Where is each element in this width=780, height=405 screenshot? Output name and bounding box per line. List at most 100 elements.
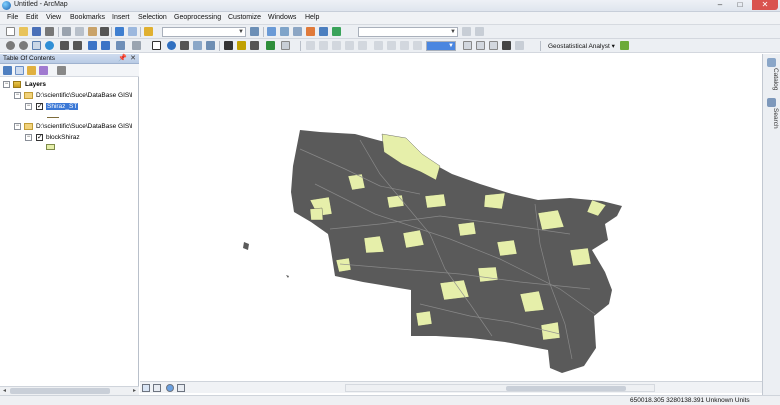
menu-windows[interactable]: Windows	[268, 14, 296, 21]
hyperlink-icon[interactable]	[250, 41, 259, 50]
time-slider-icon[interactable]	[237, 41, 246, 50]
data-view-icon[interactable]	[142, 384, 150, 392]
copy-icon[interactable]	[75, 27, 84, 36]
menu-customize[interactable]: Customize	[228, 14, 261, 21]
identify-icon[interactable]	[167, 41, 176, 50]
scroll-right-icon[interactable]: ▸	[130, 387, 139, 395]
layout-toggle-icon[interactable]	[281, 41, 290, 50]
menu-insert[interactable]: Insert	[112, 14, 130, 21]
draw-tool-icon[interactable]	[319, 41, 328, 50]
map-canvas[interactable]	[140, 54, 762, 381]
layer-label-shiraz-st[interactable]: Shiraz_ST	[46, 103, 79, 110]
search-tab-icon[interactable]	[767, 98, 776, 107]
menu-geoprocessing[interactable]: Geoprocessing	[174, 14, 221, 21]
layout-tool-icon[interactable]	[476, 41, 485, 50]
full-extent-icon[interactable]	[45, 41, 54, 50]
scroll-thumb[interactable]	[10, 388, 110, 394]
layout-tool-icon[interactable]	[463, 41, 472, 50]
catalog-window-icon[interactable]	[280, 27, 289, 36]
options-icon[interactable]	[57, 66, 66, 75]
zoom-in-icon[interactable]	[6, 41, 15, 50]
draw-tool-icon[interactable]	[306, 41, 315, 50]
color-combo[interactable]: ▼	[426, 41, 456, 51]
line-symbol-swatch[interactable]	[47, 117, 59, 118]
menu-view[interactable]: View	[46, 14, 61, 21]
pan-icon[interactable]	[32, 41, 41, 50]
layer-row-shiraz-st[interactable]: − ✓ Shiraz_ST	[0, 102, 139, 112]
arctoolbox-icon[interactable]	[306, 27, 315, 36]
table-of-contents-window-icon[interactable]	[267, 27, 276, 36]
pause-drawing-icon[interactable]	[177, 384, 185, 392]
layer-row-blockshiraz[interactable]: − ✓ blockShiraz	[0, 133, 139, 143]
draw-tool-icon[interactable]	[358, 41, 367, 50]
collapse-icon[interactable]: −	[14, 123, 21, 130]
menu-file[interactable]: File	[7, 14, 18, 21]
map-display[interactable]	[140, 54, 762, 381]
menu-edit[interactable]: Edit	[26, 14, 38, 21]
menu-selection[interactable]: Selection	[138, 14, 167, 21]
zoom-out-icon[interactable]	[19, 41, 28, 50]
clear-selection-icon[interactable]	[132, 41, 141, 50]
layer-combo[interactable]: ▼	[358, 27, 458, 37]
georeferencing-icon[interactable]	[462, 27, 471, 36]
delete-icon[interactable]	[100, 27, 109, 36]
layer-label-blockshiraz[interactable]: blockShiraz	[46, 134, 80, 141]
redo-icon[interactable]	[128, 27, 137, 36]
save-icon[interactable]	[32, 27, 41, 36]
draw-tool-icon[interactable]	[387, 41, 396, 50]
model-builder-icon[interactable]	[332, 27, 341, 36]
source-folder-row[interactable]: − D:\scientific\Suce\DataBase GIS\l	[0, 91, 139, 101]
draw-tool-icon[interactable]	[332, 41, 341, 50]
geostatistical-wizard-icon[interactable]	[620, 41, 629, 50]
refresh-icon[interactable]	[166, 384, 174, 392]
list-by-selection-icon[interactable]	[39, 66, 48, 75]
polygon-symbol-swatch[interactable]	[46, 144, 55, 150]
map-scale-combo[interactable]: ▼	[162, 27, 246, 37]
open-icon[interactable]	[19, 27, 28, 36]
minimize-button[interactable]: –	[710, 0, 730, 10]
create-viewer-icon[interactable]	[266, 41, 275, 50]
scroll-left-icon[interactable]: ◂	[0, 387, 9, 395]
draw-tool-icon[interactable]	[374, 41, 383, 50]
layout-tool-icon[interactable]	[502, 41, 511, 50]
fixed-zoom-out-icon[interactable]	[73, 41, 82, 50]
menu-bookmarks[interactable]: Bookmarks	[70, 14, 105, 21]
list-by-drawing-order-icon[interactable]	[3, 66, 12, 75]
pin-icon[interactable]: 📌	[118, 54, 127, 62]
print-icon[interactable]	[45, 27, 54, 36]
draw-tool-icon[interactable]	[400, 41, 409, 50]
geostatistical-analyst-menu[interactable]: Geostatistical Analyst ▾	[548, 42, 615, 50]
list-by-visibility-icon[interactable]	[27, 66, 36, 75]
draw-tool-icon[interactable]	[345, 41, 354, 50]
menu-help[interactable]: Help	[305, 14, 319, 21]
layout-tool-icon[interactable]	[515, 41, 524, 50]
collapse-icon[interactable]: −	[3, 81, 10, 88]
editor-toolbar-icon[interactable]	[250, 27, 259, 36]
back-extent-icon[interactable]	[88, 41, 97, 50]
layer-visibility-checkbox[interactable]: ✓	[36, 134, 43, 141]
measure-icon[interactable]	[206, 41, 215, 50]
cut-icon[interactable]	[62, 27, 71, 36]
close-button[interactable]: ✕	[752, 0, 778, 10]
catalog-tab[interactable]: Catalog	[767, 68, 779, 90]
map-horizontal-scrollbar[interactable]	[345, 384, 655, 392]
collapse-icon[interactable]: −	[14, 92, 21, 99]
draw-tool-icon[interactable]	[413, 41, 422, 50]
collapse-icon[interactable]: −	[25, 134, 32, 141]
search-window-icon[interactable]	[293, 27, 302, 36]
undo-icon[interactable]	[115, 27, 124, 36]
layers-root-row[interactable]: − Layers	[0, 80, 139, 90]
html-popup-icon[interactable]	[193, 41, 202, 50]
layout-view-icon[interactable]	[153, 384, 161, 392]
viewer-icon[interactable]	[475, 27, 484, 36]
go-to-xy-icon[interactable]	[224, 41, 233, 50]
select-features-icon[interactable]	[116, 41, 125, 50]
python-window-icon[interactable]	[319, 27, 328, 36]
select-elements-icon[interactable]	[152, 41, 161, 50]
scroll-thumb[interactable]	[506, 386, 626, 391]
forward-extent-icon[interactable]	[101, 41, 110, 50]
toc-close-button[interactable]: ✕	[130, 54, 136, 62]
layer-visibility-checkbox[interactable]: ✓	[36, 103, 43, 110]
search-tab[interactable]: Search	[767, 108, 779, 129]
add-data-icon[interactable]	[144, 27, 153, 36]
